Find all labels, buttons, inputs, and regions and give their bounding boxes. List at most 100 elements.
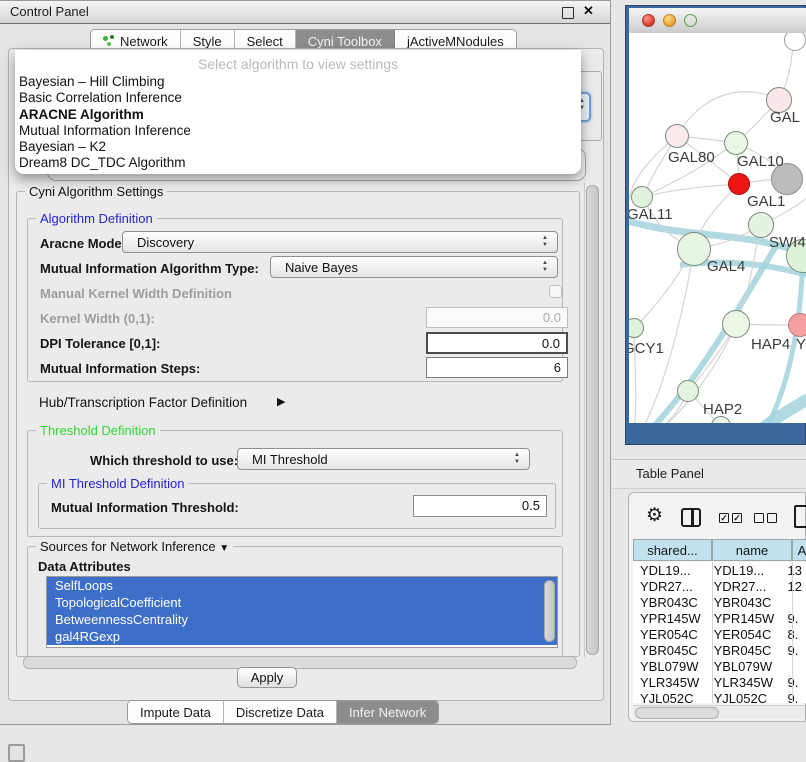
- table-panel-window: ⚙ ✓ ✓ shared... name A YDL19...YDL19...1…: [628, 492, 806, 722]
- minimize-traffic-icon[interactable]: [663, 14, 676, 27]
- close-icon[interactable]: ✕: [583, 3, 594, 19]
- spinner-icon: ▲▼: [540, 260, 550, 274]
- table-row[interactable]: YJL052CYJL052C9.: [633, 690, 806, 703]
- column-layout-icon[interactable]: [681, 508, 701, 527]
- network-node[interactable]: [788, 313, 806, 337]
- column-header-name[interactable]: name: [712, 539, 792, 561]
- which-threshold-label: Which threshold to use:: [90, 453, 238, 468]
- deselect-checkbox-icon[interactable]: [754, 513, 764, 523]
- kernel-width-field[interactable]: 0.0: [426, 307, 568, 328]
- expand-right-icon[interactable]: ▶: [277, 395, 285, 408]
- table-row[interactable]: YBL079WYBL079W: [633, 658, 806, 674]
- tab-network-label: Network: [120, 34, 168, 49]
- dpi-tolerance-label: DPI Tolerance [0,1]:: [40, 336, 160, 351]
- settings-gear-icon[interactable]: ⚙: [646, 504, 663, 527]
- column-header-partial[interactable]: A: [792, 539, 806, 561]
- bottom-tabs: Impute Data Discretize Data Infer Networ…: [127, 700, 439, 724]
- mi-algorithm-type-combo[interactable]: Naive Bayes ▲▼: [270, 256, 558, 278]
- table-panel-title: Table Panel: [636, 466, 704, 481]
- table-row[interactable]: YBR043CYBR043C: [633, 594, 806, 610]
- hub-definition-label: Hub/Transcription Factor Definition: [39, 395, 247, 410]
- dropdown-item[interactable]: Bayesian – K2: [19, 139, 577, 155]
- document-icon[interactable]: [794, 505, 806, 528]
- dropdown-item[interactable]: Basic Correlation Inference: [19, 90, 577, 106]
- dropdown-item[interactable]: Dream8 DC_TDC Algorithm: [19, 155, 577, 171]
- node-label: SWI4: [769, 234, 806, 251]
- dropdown-prompt: Select algorithm to view settings: [15, 56, 581, 72]
- network-node[interactable]: [724, 131, 748, 155]
- table-body[interactable]: YDL19...YDL19...13 YDR27...YDR27...12 YB…: [633, 562, 806, 703]
- threshold-definition-title: Threshold Definition: [36, 423, 160, 438]
- network-node[interactable]: [631, 186, 653, 208]
- tab-infer-network[interactable]: Infer Network: [337, 701, 438, 723]
- node-label: GAL4: [707, 258, 745, 275]
- minimized-panel-icon[interactable]: [8, 744, 25, 762]
- table-row[interactable]: YDR27...YDR27...12: [633, 578, 806, 594]
- zoom-traffic-icon[interactable]: [684, 14, 697, 27]
- aracne-mode-combo[interactable]: Discovery ▲▼: [122, 231, 558, 253]
- apply-button[interactable]: Apply: [237, 667, 297, 688]
- float-window-icon[interactable]: [562, 7, 574, 19]
- mi-threshold-field[interactable]: 0.5: [413, 495, 547, 517]
- select-all-checkbox-icon[interactable]: ✓: [719, 513, 729, 523]
- dropdown-item[interactable]: Bayesian – Hill Climbing: [19, 74, 577, 90]
- tab-discretize-data[interactable]: Discretize Data: [224, 701, 337, 723]
- manual-kernel-checkbox[interactable]: [549, 285, 562, 298]
- network-view-window: GAL GAL80 GAL10 GAL1 GAL11 SWI4 GAL4 GCY…: [625, 5, 806, 445]
- control-panel-titlebar: Control Panel ✕: [0, 1, 610, 24]
- node-label: GAL10: [737, 153, 784, 170]
- which-threshold-combo[interactable]: MI Threshold ▲▼: [237, 448, 530, 470]
- attribute-item[interactable]: SelfLoops: [47, 577, 557, 594]
- attributes-scrollbar[interactable]: [544, 580, 555, 642]
- dpi-tolerance-field[interactable]: 0.0: [426, 332, 568, 354]
- table-row[interactable]: YLR345WYLR345W9.: [633, 674, 806, 690]
- node-label: GAL: [770, 109, 800, 126]
- mi-steps-field[interactable]: 6: [426, 357, 568, 378]
- node-label: Y: [796, 336, 806, 353]
- algorithm-definition-group: Algorithm Definition Aracne Mode: Discov…: [27, 218, 563, 382]
- select-all-checkbox-icon[interactable]: ✓: [732, 513, 742, 523]
- attribute-item[interactable]: gal4RGexp: [47, 628, 557, 645]
- data-attributes-label: Data Attributes: [38, 559, 131, 574]
- attribute-item[interactable]: TopologicalCoefficient: [47, 594, 557, 611]
- network-node[interactable]: [665, 124, 689, 148]
- network-canvas[interactable]: GAL GAL80 GAL10 GAL1 GAL11 SWI4 GAL4 GCY…: [629, 33, 806, 423]
- mi-threshold-group: MI Threshold Definition Mutual Informati…: [38, 483, 556, 529]
- node-label: GAL1: [747, 193, 785, 210]
- table-row[interactable]: YER054CYER054C8.: [633, 626, 806, 642]
- table-row[interactable]: YBR045CYBR045C9.: [633, 642, 806, 658]
- collapse-down-icon[interactable]: ▼: [219, 543, 229, 554]
- network-node[interactable]: [677, 380, 699, 402]
- algorithm-definition-title: Algorithm Definition: [36, 211, 157, 226]
- sources-group-title: Sources for Network Inference ▼: [36, 539, 233, 554]
- threshold-definition-group: Threshold Definition Which threshold to …: [27, 430, 563, 537]
- dropdown-item[interactable]: Mutual Information Inference: [19, 123, 577, 139]
- settings-scrollbar-track[interactable]: [584, 183, 599, 657]
- mi-steps-label: Mutual Information Steps:: [40, 361, 200, 376]
- sources-group: Sources for Network Inference ▼ Data Att…: [27, 546, 563, 658]
- manual-kernel-label: Manual Kernel Width Definition: [40, 286, 232, 301]
- table-hscrollbar-track[interactable]: [633, 705, 805, 719]
- dropdown-item-selected[interactable]: ARACNE Algorithm: [19, 107, 577, 123]
- settings-horizontal-scrollbar[interactable]: [23, 656, 577, 669]
- node-label: HAP4: [751, 336, 790, 353]
- deselect-checkbox-icon[interactable]: [767, 513, 777, 523]
- node-label: HAP2: [703, 401, 742, 418]
- table-row[interactable]: YPR145WYPR145W9.: [633, 610, 806, 626]
- column-header-shared-name[interactable]: shared...: [633, 539, 712, 561]
- data-attributes-list[interactable]: SelfLoops TopologicalCoefficient Between…: [46, 576, 558, 648]
- table-row[interactable]: YDL19...YDL19...13: [633, 562, 806, 578]
- spinner-icon: ▲▼: [512, 452, 522, 466]
- aracne-mode-label: Aracne Mode:: [40, 236, 126, 251]
- network-node[interactable]: [677, 232, 711, 266]
- tab-impute-data[interactable]: Impute Data: [128, 701, 224, 723]
- network-node[interactable]: [728, 173, 750, 195]
- close-traffic-icon[interactable]: [642, 14, 655, 27]
- table-hscrollbar-thumb[interactable]: [635, 707, 719, 719]
- attribute-item[interactable]: BetweennessCentrality: [47, 611, 557, 628]
- network-node[interactable]: [722, 310, 750, 338]
- panel-title: Control Panel: [10, 4, 89, 19]
- screen: Control Panel ✕ Network Style Select Cyn…: [0, 0, 806, 762]
- node-label: GAL80: [668, 149, 715, 166]
- settings-scrollbar-thumb[interactable]: [586, 185, 599, 655]
